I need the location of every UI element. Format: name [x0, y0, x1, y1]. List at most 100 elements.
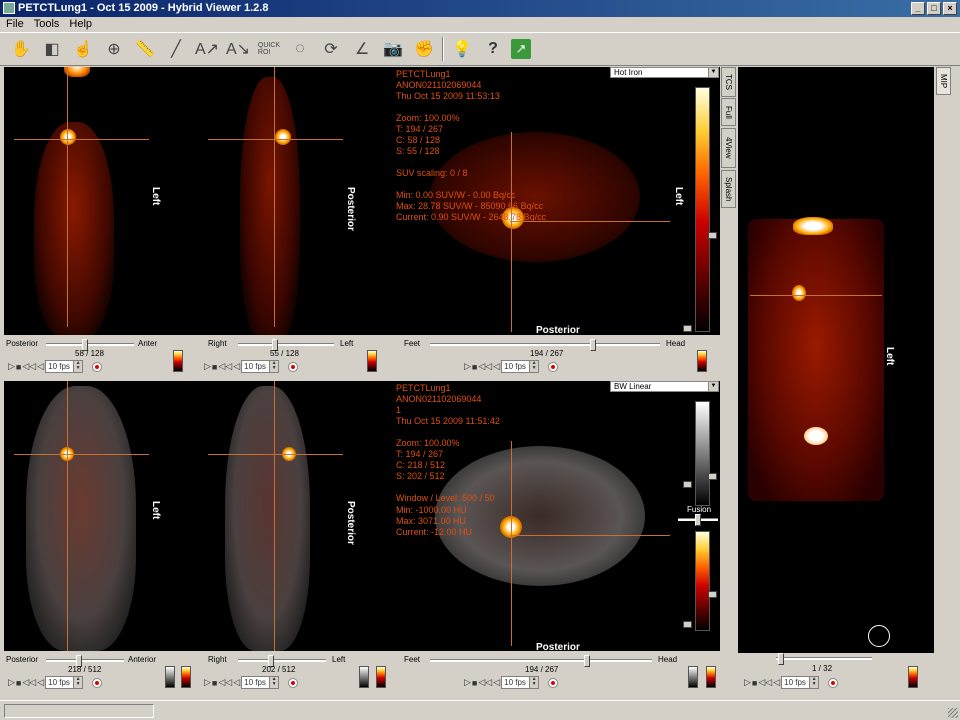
hand-reset-icon[interactable]: ✊ — [411, 36, 437, 62]
colorbar-handle[interactable] — [708, 591, 717, 598]
step-back-icon[interactable]: ◁ — [493, 361, 500, 372]
camera-icon[interactable]: 📷 — [380, 36, 406, 62]
slider-thumb[interactable] — [778, 653, 784, 665]
pan-icon[interactable]: ☝ — [70, 36, 96, 62]
angle-icon[interactable]: ∠ — [349, 36, 375, 62]
maximize-button[interactable]: □ — [927, 2, 941, 15]
fps-spinner[interactable]: 10 fps ▲ ▼ — [45, 360, 84, 373]
text-annotate-icon[interactable]: A↘ — [225, 36, 251, 62]
colormap-swatch[interactable] — [376, 666, 386, 688]
colorbar-min-handle[interactable] — [683, 325, 692, 332]
play-icon[interactable]: ▷ — [744, 677, 751, 688]
spin-arrows-icon[interactable]: ▲ ▼ — [73, 361, 83, 372]
quick-roi-icon[interactable]: QUICK ROI — [256, 36, 282, 62]
colormap-swatch[interactable] — [173, 350, 183, 372]
fps-spinner[interactable]: 10 fps ▲ ▼ — [501, 676, 540, 689]
hand-icon[interactable]: ✋ — [8, 36, 34, 62]
step-back-icon[interactable]: ◁ — [37, 677, 44, 688]
stop-icon[interactable]: ■ — [472, 362, 477, 372]
fusion-sagittal-view[interactable]: Posterior — [200, 381, 390, 651]
colormap-swatch[interactable] — [706, 666, 716, 688]
step-back-icon[interactable]: ◁ — [493, 677, 500, 688]
record-button[interactable] — [92, 361, 103, 372]
pet-sagittal-view[interactable]: Posterior — [200, 67, 390, 335]
colormap-swatch[interactable] — [908, 666, 918, 688]
colorbar-handle[interactable] — [683, 481, 692, 488]
play-icon[interactable]: ▷ — [464, 361, 471, 372]
lut-select[interactable]: BW Linear ▼ — [610, 381, 719, 392]
rotate-icon[interactable]: ⟳ — [318, 36, 344, 62]
zoom-icon[interactable]: ⊕ — [101, 36, 127, 62]
play-icon[interactable]: ▷ — [204, 361, 211, 372]
tab-full[interactable]: Full — [721, 98, 736, 126]
slice-slider[interactable] — [430, 339, 660, 351]
slice-slider[interactable] — [430, 655, 652, 667]
freehand-roi-icon[interactable]: ◌ — [287, 36, 313, 62]
stop-icon[interactable]: ■ — [16, 678, 21, 688]
record-button[interactable] — [288, 677, 299, 688]
slice-slider[interactable] — [238, 655, 326, 667]
fps-spinner[interactable]: 10 fps ▲ ▼ — [781, 676, 820, 689]
colorbar-handle[interactable] — [683, 621, 692, 628]
stop-icon[interactable]: ■ — [752, 678, 757, 688]
pet-axial-view[interactable]: PETCTLung1 ANON021102069044 Thu Oct 15 2… — [390, 67, 720, 335]
line-icon[interactable]: ╱ — [163, 36, 189, 62]
colormap-swatch[interactable] — [165, 666, 175, 688]
record-button[interactable] — [288, 361, 299, 372]
rewind-icon[interactable]: ◁◁ — [478, 677, 492, 688]
step-back-icon[interactable]: ◁ — [773, 677, 780, 688]
mip-view[interactable]: Left — [738, 67, 934, 653]
stop-icon[interactable]: ■ — [212, 362, 217, 372]
close-button[interactable]: × — [943, 2, 957, 15]
slice-slider[interactable] — [46, 655, 124, 667]
record-button[interactable] — [548, 677, 559, 688]
fusion-coronal-view[interactable]: Left — [4, 381, 200, 651]
fps-spinner[interactable]: 10 fps ▲ ▼ — [45, 676, 84, 689]
slice-slider[interactable] — [238, 339, 334, 351]
step-back-icon[interactable]: ◁ — [233, 677, 240, 688]
slider-thumb[interactable] — [584, 655, 590, 667]
spin-arrows-icon[interactable]: ▲ ▼ — [529, 677, 539, 688]
spin-arrows-icon[interactable]: ▲ ▼ — [809, 677, 819, 688]
record-button[interactable] — [828, 677, 839, 688]
tab-tcs[interactable]: TCS — [721, 67, 736, 97]
spin-arrows-icon[interactable]: ▲ ▼ — [269, 361, 279, 372]
menu-help[interactable]: Help — [69, 17, 92, 32]
colormap-swatch[interactable] — [359, 666, 369, 688]
ruler-icon[interactable]: 📏 — [132, 36, 158, 62]
record-button[interactable] — [548, 361, 559, 372]
exit-icon[interactable]: ↗ — [511, 39, 531, 59]
rewind-icon[interactable]: ◁◁ — [218, 677, 232, 688]
play-icon[interactable]: ▷ — [8, 361, 15, 372]
cube-icon[interactable]: ◧ — [39, 36, 65, 62]
rewind-icon[interactable]: ◁◁ — [478, 361, 492, 372]
colorbar-max-handle[interactable] — [708, 232, 717, 239]
minimize-button[interactable]: _ — [911, 2, 925, 15]
rewind-icon[interactable]: ◁◁ — [758, 677, 772, 688]
record-button[interactable] — [92, 677, 103, 688]
rewind-icon[interactable]: ◁◁ — [218, 361, 232, 372]
colormap-swatch[interactable] — [367, 350, 377, 372]
tab-mip[interactable]: MIP — [936, 67, 951, 95]
spin-arrows-icon[interactable]: ▲ ▼ — [73, 677, 83, 688]
step-back-icon[interactable]: ◁ — [233, 361, 240, 372]
colormap-swatch[interactable] — [697, 350, 707, 372]
step-back-icon[interactable]: ◁ — [37, 361, 44, 372]
annotate-icon[interactable]: A↗ — [194, 36, 220, 62]
help-icon[interactable]: ? — [480, 36, 506, 62]
slice-slider[interactable] — [46, 339, 134, 351]
chevron-down-icon[interactable]: ▼ — [708, 68, 718, 77]
chevron-down-icon[interactable]: ▼ — [708, 382, 718, 391]
colorbar-handle[interactable] — [708, 473, 717, 480]
menu-file[interactable]: File — [6, 17, 24, 32]
spin-arrows-icon[interactable]: ▲ ▼ — [529, 361, 539, 372]
pet-coronal-view[interactable]: Left — [4, 67, 200, 335]
lut-select[interactable]: Hot Iron ▼ — [610, 67, 719, 78]
fusion-slider[interactable] — [678, 514, 718, 526]
colormap-swatch[interactable] — [688, 666, 698, 688]
stop-icon[interactable]: ■ — [212, 678, 217, 688]
play-icon[interactable]: ▷ — [8, 677, 15, 688]
tab-4view[interactable]: 4View — [721, 128, 736, 168]
slider-thumb[interactable] — [695, 514, 701, 526]
fusion-axial-view[interactable]: PETCTLung1 ANON021102069044 1 Thu Oct 15… — [390, 381, 720, 651]
